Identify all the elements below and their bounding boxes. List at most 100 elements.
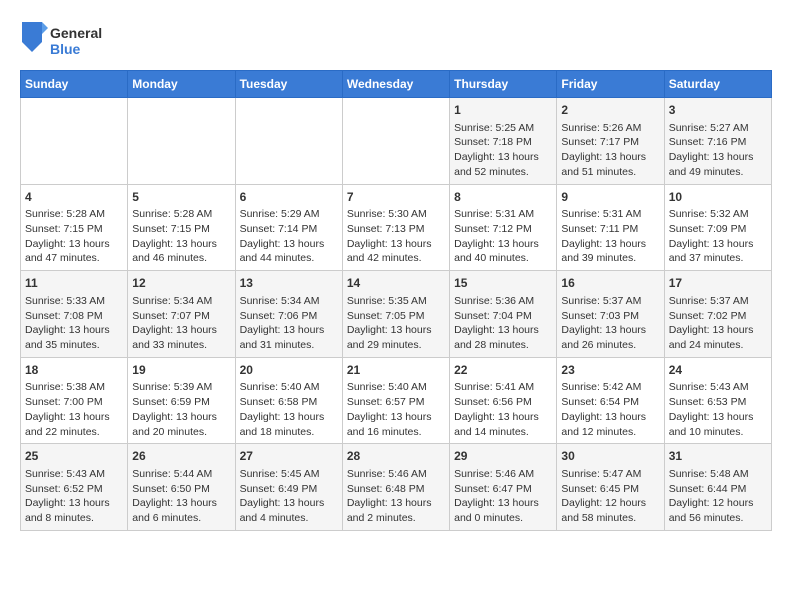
day-cell: 4Sunrise: 5:28 AM Sunset: 7:15 PM Daylig… [21,184,128,271]
day-cell [235,98,342,185]
day-number: 4 [25,189,123,206]
day-info: Sunrise: 5:36 AM Sunset: 7:04 PM Dayligh… [454,294,552,353]
day-cell: 21Sunrise: 5:40 AM Sunset: 6:57 PM Dayli… [342,357,449,444]
day-cell [342,98,449,185]
day-number: 5 [132,189,230,206]
week-row-1: 4Sunrise: 5:28 AM Sunset: 7:15 PM Daylig… [21,184,772,271]
header-cell-wednesday: Wednesday [342,71,449,98]
day-cell: 17Sunrise: 5:37 AM Sunset: 7:02 PM Dayli… [664,271,771,358]
day-number: 2 [561,102,659,119]
day-info: Sunrise: 5:46 AM Sunset: 6:47 PM Dayligh… [454,467,552,526]
day-number: 26 [132,448,230,465]
day-info: Sunrise: 5:44 AM Sunset: 6:50 PM Dayligh… [132,467,230,526]
header-cell-tuesday: Tuesday [235,71,342,98]
day-info: Sunrise: 5:38 AM Sunset: 7:00 PM Dayligh… [25,380,123,439]
day-cell: 19Sunrise: 5:39 AM Sunset: 6:59 PM Dayli… [128,357,235,444]
day-cell: 1 Sunrise: 5:25 AM Sunset: 7:18 PM Daylig… [450,98,557,185]
day-info: Sunrise: 5:35 AM Sunset: 7:05 PM Dayligh… [347,294,445,353]
day-info: Sunrise: 5:43 AM Sunset: 6:53 PM Dayligh… [669,380,767,439]
header-cell-thursday: Thursday [450,71,557,98]
day-number: 8 [454,189,552,206]
day-number: 28 [347,448,445,465]
day-info: Sunrise: 5:40 AM Sunset: 6:57 PM Dayligh… [347,380,445,439]
day-number: 19 [132,362,230,379]
day-number: 27 [240,448,338,465]
day-number: 30 [561,448,659,465]
day-number: 13 [240,275,338,292]
day-number: 21 [347,362,445,379]
day-cell: 8Sunrise: 5:31 AM Sunset: 7:12 PM Daylig… [450,184,557,271]
day-info: Sunrise: 5:26 AM Sunset: 7:17 PM Dayligh… [561,121,659,180]
day-number: 15 [454,275,552,292]
day-number: 7 [347,189,445,206]
day-cell: 13 Sunrise: 5:34 AM Sunset: 7:06 PM Dayli… [235,271,342,358]
day-cell: 10Sunrise: 5:32 AM Sunset: 7:09 PM Dayli… [664,184,771,271]
day-info: Sunrise: 5:42 AM Sunset: 6:54 PM Dayligh… [561,380,659,439]
day-info: Sunrise: 5:47 AM Sunset: 6:45 PM Dayligh… [561,467,659,526]
day-cell: 30 Sunrise: 5:47 AM Sunset: 6:45 PM Dayli… [557,444,664,531]
day-info: Sunrise: 5:43 AM Sunset: 6:52 PM Dayligh… [25,467,123,526]
header-row: SundayMondayTuesdayWednesdayThursdayFrid… [21,71,772,98]
svg-text:General: General [50,25,102,41]
svg-text:Blue: Blue [50,41,81,57]
day-cell [21,98,128,185]
day-number: 17 [669,275,767,292]
day-cell: 23Sunrise: 5:42 AM Sunset: 6:54 PM Dayli… [557,357,664,444]
header-cell-sunday: Sunday [21,71,128,98]
day-info: Sunrise: 5:33 AM Sunset: 7:08 PM Dayligh… [25,294,123,353]
day-number: 10 [669,189,767,206]
day-number: 29 [454,448,552,465]
day-info: Sunrise: 5:45 AM Sunset: 6:49 PM Dayligh… [240,467,338,526]
day-number: 1 [454,102,552,119]
day-number: 16 [561,275,659,292]
day-info: Sunrise: 5:48 AM Sunset: 6:44 PM Dayligh… [669,467,767,526]
day-cell: 15 Sunrise: 5:36 AM Sunset: 7:04 PM Dayli… [450,271,557,358]
day-info: Sunrise: 5:28 AM Sunset: 7:15 PM Dayligh… [25,207,123,266]
day-number: 23 [561,362,659,379]
day-info: Sunrise: 5:28 AM Sunset: 7:15 PM Dayligh… [132,207,230,266]
day-info: Sunrise: 5:41 AM Sunset: 6:56 PM Dayligh… [454,380,552,439]
day-number: 12 [132,275,230,292]
day-cell: 12 Sunrise: 5:34 AM Sunset: 7:07 PM Dayli… [128,271,235,358]
day-number: 24 [669,362,767,379]
day-cell: 27 Sunrise: 5:45 AM Sunset: 6:49 PM Dayli… [235,444,342,531]
week-row-3: 18Sunrise: 5:38 AM Sunset: 7:00 PM Dayli… [21,357,772,444]
day-info: Sunrise: 5:32 AM Sunset: 7:09 PM Dayligh… [669,207,767,266]
calendar-header: SundayMondayTuesdayWednesdayThursdayFrid… [21,71,772,98]
week-row-2: 11Sunrise: 5:33 AM Sunset: 7:08 PM Dayli… [21,271,772,358]
day-cell: 28 Sunrise: 5:46 AM Sunset: 6:48 PM Dayli… [342,444,449,531]
day-info: Sunrise: 5:25 AM Sunset: 7:18 PM Dayligh… [454,121,552,180]
day-number: 14 [347,275,445,292]
day-info: Sunrise: 5:34 AM Sunset: 7:07 PM Dayligh… [132,294,230,353]
day-info: Sunrise: 5:40 AM Sunset: 6:58 PM Dayligh… [240,380,338,439]
day-cell: 9Sunrise: 5:31 AM Sunset: 7:11 PM Daylig… [557,184,664,271]
day-info: Sunrise: 5:27 AM Sunset: 7:16 PM Dayligh… [669,121,767,180]
day-number: 31 [669,448,767,465]
day-number: 22 [454,362,552,379]
day-info: Sunrise: 5:29 AM Sunset: 7:14 PM Dayligh… [240,207,338,266]
day-info: Sunrise: 5:46 AM Sunset: 6:48 PM Dayligh… [347,467,445,526]
day-number: 18 [25,362,123,379]
day-number: 3 [669,102,767,119]
day-cell: 14 Sunrise: 5:35 AM Sunset: 7:05 PM Dayli… [342,271,449,358]
header-cell-monday: Monday [128,71,235,98]
day-info: Sunrise: 5:37 AM Sunset: 7:03 PM Dayligh… [561,294,659,353]
day-cell: 11Sunrise: 5:33 AM Sunset: 7:08 PM Dayli… [21,271,128,358]
day-cell: 31 Sunrise: 5:48 AM Sunset: 6:44 PM Dayli… [664,444,771,531]
day-info: Sunrise: 5:31 AM Sunset: 7:12 PM Dayligh… [454,207,552,266]
day-cell: 24Sunrise: 5:43 AM Sunset: 6:53 PM Dayli… [664,357,771,444]
calendar-table: SundayMondayTuesdayWednesdayThursdayFrid… [20,70,772,531]
day-cell: 22Sunrise: 5:41 AM Sunset: 6:56 PM Dayli… [450,357,557,444]
day-number: 20 [240,362,338,379]
day-cell: 7Sunrise: 5:30 AM Sunset: 7:13 PM Daylig… [342,184,449,271]
day-cell: 25Sunrise: 5:43 AM Sunset: 6:52 PM Dayli… [21,444,128,531]
day-cell: 6Sunrise: 5:29 AM Sunset: 7:14 PM Daylig… [235,184,342,271]
day-cell: 2 Sunrise: 5:26 AM Sunset: 7:17 PM Daylig… [557,98,664,185]
day-info: Sunrise: 5:31 AM Sunset: 7:11 PM Dayligh… [561,207,659,266]
logo-svg: GeneralBlue [20,20,110,60]
day-cell: 3 Sunrise: 5:27 AM Sunset: 7:16 PM Daylig… [664,98,771,185]
day-cell: 18Sunrise: 5:38 AM Sunset: 7:00 PM Dayli… [21,357,128,444]
day-info: Sunrise: 5:34 AM Sunset: 7:06 PM Dayligh… [240,294,338,353]
day-cell: 29 Sunrise: 5:46 AM Sunset: 6:47 PM Dayli… [450,444,557,531]
day-cell: 16 Sunrise: 5:37 AM Sunset: 7:03 PM Dayli… [557,271,664,358]
